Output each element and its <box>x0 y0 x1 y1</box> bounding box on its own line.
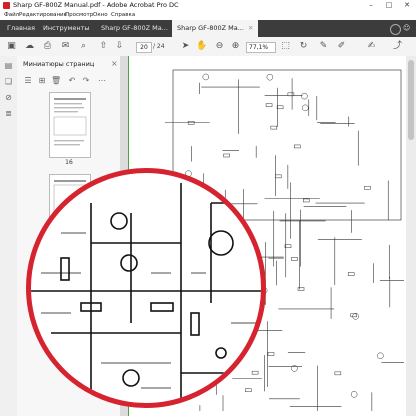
schematic-trace <box>291 257 298 261</box>
schematic-trace <box>266 73 274 81</box>
schematic-trace <box>270 125 278 130</box>
schematic-trace <box>276 105 284 110</box>
panel-undo-icon[interactable]: ↶ <box>67 76 77 86</box>
schematic-trace <box>297 287 305 291</box>
magnifier-circle <box>26 168 266 408</box>
panel-redo-icon[interactable]: ↷ <box>81 76 91 86</box>
left-rail: ▤ ❏ ⊘ ≣ <box>0 56 18 416</box>
layers-icon[interactable]: ≣ <box>3 108 14 119</box>
rotate-icon[interactable]: ↻ <box>298 41 309 52</box>
thumbnail-label-16: 16 <box>65 159 73 166</box>
page-thumbnails-icon[interactable]: ▤ <box>3 60 14 71</box>
minimize-button[interactable]: – <box>362 0 380 11</box>
schematic-trace <box>347 272 355 276</box>
share-icon[interactable]: ⤴ <box>392 41 403 52</box>
arrow-down-icon[interactable]: ⇩ <box>114 41 125 52</box>
fit-page-icon[interactable]: ⬚ <box>280 41 291 52</box>
help-icon[interactable] <box>390 24 401 35</box>
window-title: Sharp GF-800Z Manual.pdf - Adobe Acrobat… <box>13 1 179 9</box>
thumbnail-content <box>53 98 87 146</box>
print-icon[interactable]: ⎙ <box>42 41 53 52</box>
panel-insert-icon[interactable]: ⊞ <box>37 76 47 86</box>
schematic-trace <box>251 370 259 375</box>
save-icon[interactable]: ▣ <box>6 41 17 52</box>
menu-help[interactable]: Справка <box>111 12 135 18</box>
acrobat-app-icon <box>3 2 10 9</box>
cursor-icon[interactable]: ➤ <box>180 41 191 52</box>
tab-document-2[interactable]: Sharp GF-800Z Ma... ✕ <box>172 20 258 37</box>
menu-view[interactable]: Просмотр <box>65 12 93 18</box>
panel-options-icon[interactable]: ☰ <box>23 76 33 86</box>
zoom-out-icon[interactable]: ⊖ <box>214 41 225 52</box>
thumbnails-panel-title: Миниатюры страниц <box>23 60 95 68</box>
schematic-trace <box>291 365 298 372</box>
mail-icon[interactable]: ✉ <box>60 41 71 52</box>
tab-document-2-label: Sharp GF-800Z Ma... <box>177 24 244 32</box>
cloud-upload-icon[interactable]: ☁ <box>24 41 35 52</box>
menu-edit[interactable]: Редактирование <box>19 12 67 18</box>
schematic-trace <box>302 104 309 112</box>
hand-icon[interactable]: ✋ <box>196 41 207 52</box>
zoom-level-select[interactable]: 77,1% <box>246 42 276 53</box>
schematic-trace <box>274 174 282 179</box>
menu-window[interactable]: Окно <box>93 12 108 18</box>
schematic-trace <box>294 144 301 149</box>
schematic-trace <box>302 198 310 203</box>
account-icon[interactable]: ☺ <box>403 25 412 32</box>
close-tab-icon[interactable]: ✕ <box>248 24 253 32</box>
zoom-in-icon[interactable]: ⊕ <box>230 41 241 52</box>
page-number-input[interactable]: 20 <box>136 42 152 53</box>
scrollbar-thumb[interactable] <box>408 60 414 140</box>
panel-more-icon[interactable]: ⋯ <box>97 76 107 86</box>
schematic-trace <box>267 352 275 356</box>
menu-bar: Файл Редактирование Просмотр Окно Справк… <box>0 11 416 20</box>
page-count: / 24 <box>153 43 165 50</box>
thumbnail-page-16[interactable] <box>49 92 91 158</box>
tab-tools[interactable]: Инструменты <box>38 20 98 37</box>
pen-icon[interactable]: ✐ <box>336 41 347 52</box>
schematic-trace <box>334 371 342 376</box>
schematic-trace <box>377 352 384 360</box>
close-window-button[interactable]: ✕ <box>398 0 416 11</box>
schematic-trace <box>301 92 308 100</box>
attachment-icon[interactable]: ⊘ <box>3 92 14 103</box>
menu-file[interactable]: Файл <box>4 12 19 18</box>
comment-icon[interactable]: ✎ <box>318 41 329 52</box>
tab-document-1[interactable]: Sharp GF-800Z Ma...✕ <box>96 20 176 37</box>
schematic-trace <box>223 153 230 158</box>
maximize-button[interactable]: □ <box>380 0 398 11</box>
toolbar: ▣ ☁ ⎙ ✉ ⌕ ⇧ ⇩ 20 / 24 ➤ ✋ ⊖ ⊕ 77,1% ⬚ ↻ … <box>0 37 416 57</box>
schematic-trace <box>202 73 210 81</box>
schematic-trace <box>265 103 273 107</box>
sign-icon[interactable]: ✍ <box>366 41 377 52</box>
schematic-trace <box>364 185 371 190</box>
search-icon[interactable]: ⌕ <box>78 41 89 52</box>
tab-bar: Главная Инструменты Sharp GF-800Z Ma...✕… <box>0 20 416 37</box>
schematic-trace <box>245 388 252 393</box>
arrow-up-icon[interactable]: ⇧ <box>98 41 109 52</box>
schematic-trace <box>352 313 359 320</box>
bookmark-icon[interactable]: ❏ <box>3 76 14 87</box>
magnified-schematic <box>31 183 261 403</box>
panel-delete-icon[interactable]: 🗑 <box>51 76 61 86</box>
schematic-trace <box>350 391 358 398</box>
close-panel-icon[interactable]: × <box>111 59 118 68</box>
tab-document-1-label: Sharp GF-800Z Ma... <box>101 24 168 32</box>
